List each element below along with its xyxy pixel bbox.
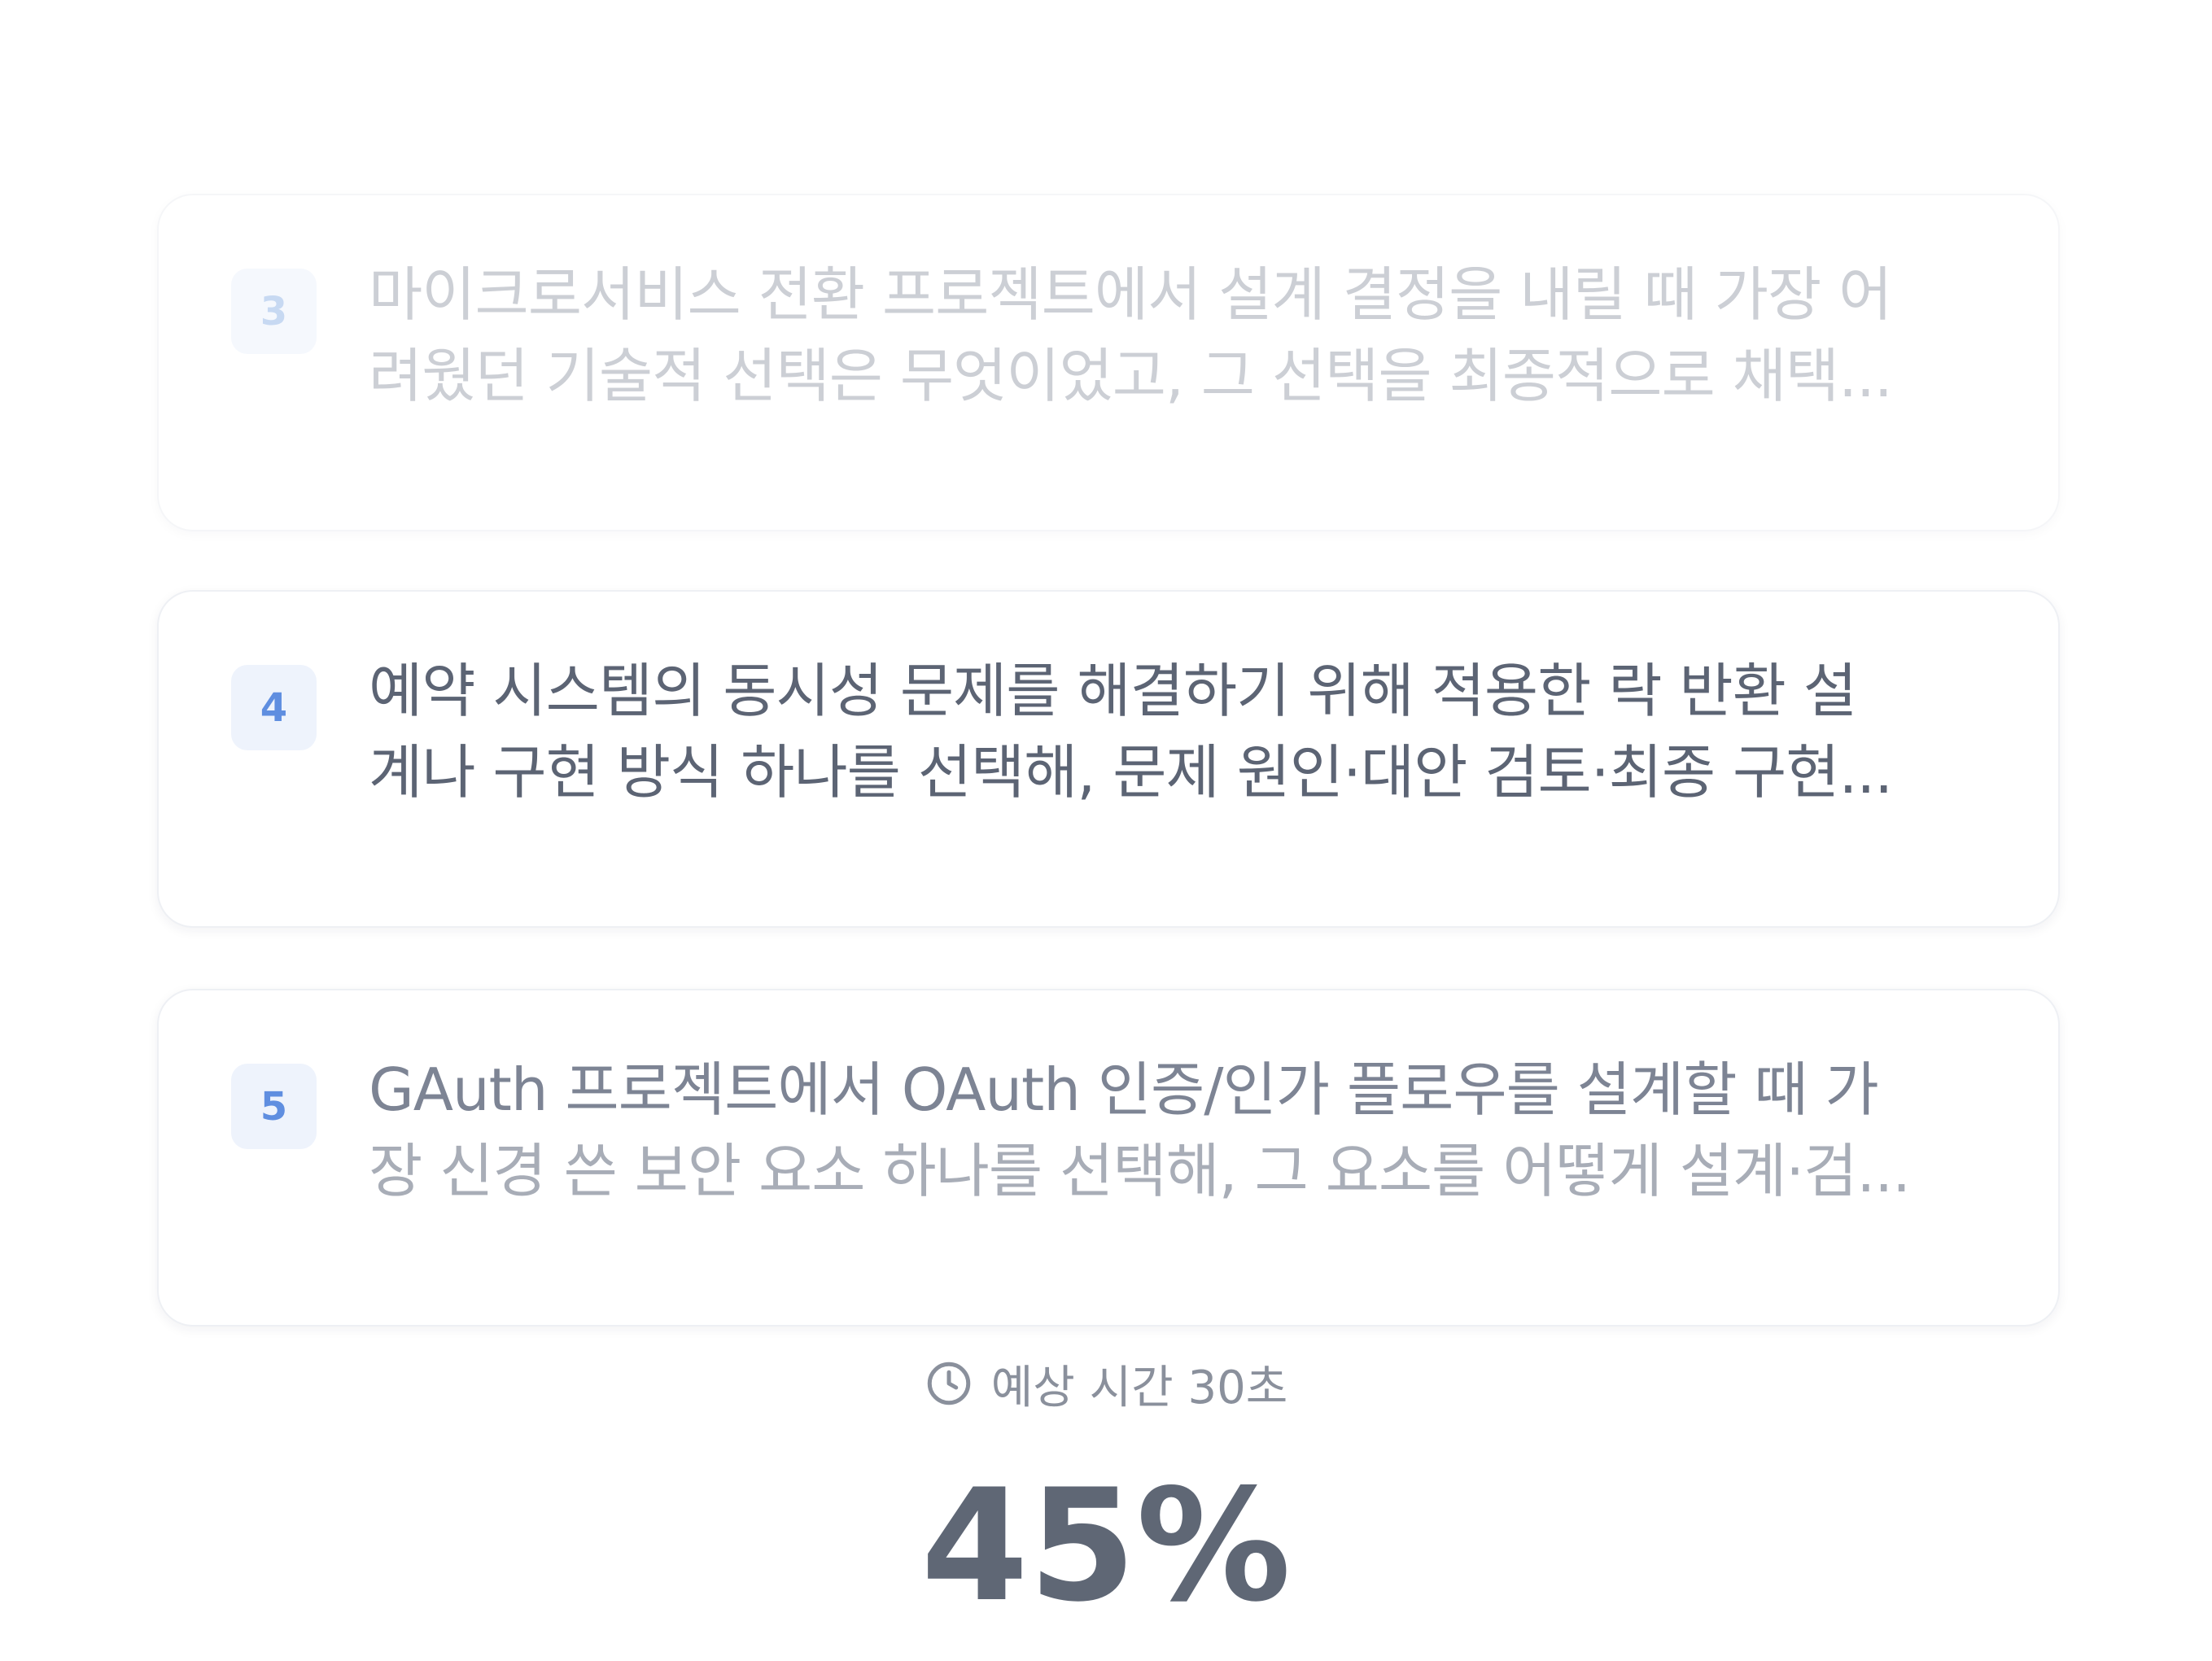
question-number-badge: 4	[231, 665, 317, 750]
question-card-5: 5 GAuth 프로젝트에서 OAuth 인증/인가 플로우를 설계할 때 가 …	[157, 989, 2060, 1327]
question-number-badge: 5	[231, 1064, 317, 1149]
question-text: 예약 시스템의 동시성 문제를 해결하기 위해 적용한 락 반환 설 계나 구현…	[369, 650, 1988, 813]
question-text-line-1: GAuth 프로젝트에서 OAuth 인증/인가 플로우를 설계할 때 가	[369, 1056, 1879, 1124]
question-card-4: 4 예약 시스템의 동시성 문제를 해결하기 위해 적용한 락 반환 설 계나 …	[157, 590, 2060, 928]
question-card-3: 3 마이크로서비스 전환 프로젝트에서 설계 결정을 내릴 때 가장 어 려웠던…	[157, 194, 2060, 531]
question-number-badge: 3	[231, 269, 317, 354]
question-text: GAuth 프로젝트에서 OAuth 인증/인가 플로우를 설계할 때 가 장 …	[369, 1049, 1988, 1212]
question-text-line-2: 계나 구현 방식 하나를 선택해, 문제 원인·대안 검토·최종 구현...	[369, 738, 1893, 806]
clock-icon	[927, 1362, 971, 1405]
question-text-line-1: 예약 시스템의 동시성 문제를 해결하기 위해 적용한 락 반환 설	[369, 657, 1857, 725]
estimated-time: 예상 시간 30초	[0, 1351, 2212, 1416]
question-text-line-1: 마이크로서비스 전환 프로젝트에서 설계 결정을 내릴 때 가장 어	[369, 260, 1892, 329]
progress-percentage: 45%	[920, 1456, 1292, 1636]
question-text-line-2: 장 신경 쓴 보안 요소 하나를 선택해, 그 요소를 어떻게 설계·검...	[369, 1137, 1911, 1205]
question-text-line-2: 려웠던 기술적 선택은 무엇이었고, 그 선택을 최종적으로 채택...	[369, 342, 1893, 410]
estimated-time-label: 예상 시간 30초	[990, 1361, 1288, 1414]
question-text: 마이크로서비스 전환 프로젝트에서 설계 결정을 내릴 때 가장 어 려웠던 기…	[369, 254, 1988, 417]
